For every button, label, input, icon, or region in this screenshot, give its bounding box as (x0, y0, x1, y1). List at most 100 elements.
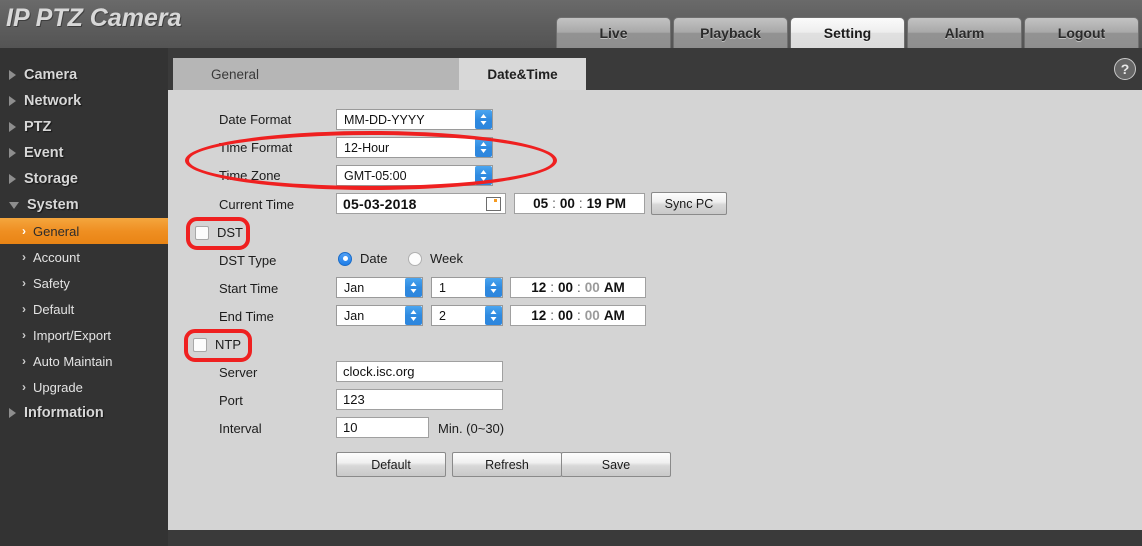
current-meridiem: PM (605, 196, 626, 211)
stepper-icon[interactable] (475, 138, 492, 157)
start-hour: 12 (531, 280, 547, 295)
sidebar-item-upgrade[interactable]: › Upgrade (0, 374, 168, 400)
nav-tab-live[interactable]: Live (556, 17, 671, 48)
sidebar-item-camera[interactable]: Camera (0, 62, 168, 88)
label-end-time: End Time (219, 309, 274, 324)
interval-hint: Min. (0~30) (438, 421, 505, 436)
date-time-settings-panel: Date Format MM-DD-YYYY Time Format 12-Ho… (168, 90, 1142, 530)
sidebar-item-network[interactable]: Network (0, 88, 168, 114)
end-meridiem: AM (603, 308, 625, 323)
sidebar-item-information[interactable]: Information (0, 400, 168, 426)
current-date-value: 05-03-2018 (343, 195, 417, 212)
label-ntp: NTP (215, 337, 241, 352)
time-format-value: 12-Hour (344, 140, 390, 155)
label-week-option: Week (430, 251, 463, 266)
stepper-icon[interactable] (475, 110, 492, 129)
label-interval: Interval (219, 421, 262, 436)
default-button[interactable]: Default (336, 452, 446, 477)
sidebar-item-account[interactable]: › Account (0, 244, 168, 270)
interval-input[interactable]: 10 (336, 417, 429, 438)
sidebar-item-auto-maintain[interactable]: › Auto Maintain (0, 348, 168, 374)
start-time-input[interactable]: 12 : 00 : 00 AM (510, 277, 646, 298)
sidebar-label: Information (24, 405, 104, 421)
save-button[interactable]: Save (561, 452, 671, 477)
sidebar-label: System (27, 197, 79, 213)
chevron-right-icon: › (22, 276, 26, 290)
tab-strip-filler (297, 58, 459, 90)
caret-right-icon (9, 70, 16, 80)
tab-date-time[interactable]: Date&Time (459, 58, 586, 90)
end-second: 00 (584, 308, 600, 323)
help-icon[interactable]: ? (1114, 58, 1136, 80)
port-input[interactable]: 123 (336, 389, 503, 410)
sidebar-label: Safety (33, 275, 70, 291)
sidebar-label: PTZ (24, 119, 52, 135)
end-month-select[interactable]: Jan (336, 305, 423, 326)
dst-type-week-option[interactable]: Week (408, 251, 463, 266)
current-time-input[interactable]: 05 : 00 : 19 PM (514, 193, 645, 214)
end-minute: 00 (557, 308, 574, 323)
stepper-icon[interactable] (485, 278, 502, 297)
label-time-format: Time Format (219, 140, 293, 155)
caret-right-icon (9, 174, 16, 184)
ntp-checkbox[interactable] (193, 337, 207, 352)
dst-type-date-option[interactable]: Date (338, 251, 387, 266)
server-input[interactable]: clock.isc.org (336, 361, 503, 382)
radio-week[interactable] (408, 251, 422, 266)
label-start-time: Start Time (219, 281, 279, 296)
chevron-right-icon: › (22, 302, 26, 316)
sidebar-item-ptz[interactable]: PTZ (0, 114, 168, 140)
caret-right-icon (9, 96, 16, 106)
ntp-checkbox-row[interactable]: NTP (193, 337, 241, 352)
start-meridiem: AM (603, 280, 625, 295)
label-port: Port (219, 393, 243, 408)
sidebar-item-storage[interactable]: Storage (0, 166, 168, 192)
nav-tab-playback[interactable]: Playback (673, 17, 788, 48)
top-navigation-tabs: Live Playback Setting Alarm Logout (556, 17, 1139, 48)
sidebar-item-general[interactable]: › General (0, 218, 168, 244)
dst-checkbox-row[interactable]: DST (195, 225, 243, 240)
sidebar-label: Camera (24, 67, 78, 83)
content-tab-strip: General Date&Time (168, 58, 1142, 90)
sidebar-item-default[interactable]: › Default (0, 296, 168, 322)
sidebar-label: Account (33, 249, 80, 265)
sidebar-item-safety[interactable]: › Safety (0, 270, 168, 296)
app-title: IP PTZ Camera (6, 4, 182, 32)
dst-checkbox[interactable] (195, 225, 209, 240)
caret-right-icon (9, 148, 16, 158)
time-zone-select[interactable]: GMT-05:00 (336, 165, 493, 186)
start-month-value: Jan (344, 280, 365, 295)
sync-pc-button[interactable]: Sync PC (651, 192, 727, 215)
sidebar-label: Import/Export (33, 327, 112, 343)
calendar-icon[interactable] (486, 197, 501, 211)
start-month-select[interactable]: Jan (336, 277, 423, 298)
start-day-select[interactable]: 1 (431, 277, 503, 298)
stepper-icon[interactable] (405, 278, 422, 297)
tab-general[interactable]: General (173, 58, 297, 90)
sidebar-label: Storage (24, 171, 78, 187)
nav-tab-logout[interactable]: Logout (1024, 17, 1139, 48)
end-day-select[interactable]: 2 (431, 305, 503, 326)
current-minute: 00 (559, 196, 575, 211)
date-format-select[interactable]: MM-DD-YYYY (336, 109, 493, 130)
current-date-input[interactable]: 05-03-2018 (336, 193, 506, 214)
radio-date[interactable] (338, 251, 352, 266)
end-time-input[interactable]: 12 : 00 : 00 AM (510, 305, 646, 326)
sidebar-item-import-export[interactable]: › Import/Export (0, 322, 168, 348)
sidebar-item-system[interactable]: System (0, 192, 168, 218)
label-current-time: Current Time (219, 197, 295, 212)
nav-tab-alarm[interactable]: Alarm (907, 17, 1022, 48)
sidebar-label: Default (33, 301, 75, 317)
stepper-icon[interactable] (405, 306, 422, 325)
stepper-icon[interactable] (485, 306, 502, 325)
chevron-right-icon: › (22, 380, 26, 394)
end-day-value: 2 (439, 308, 446, 323)
start-day-value: 1 (439, 280, 446, 295)
time-colon: : (578, 196, 583, 211)
chevron-right-icon: › (22, 250, 26, 264)
nav-tab-setting[interactable]: Setting (790, 17, 905, 48)
time-format-select[interactable]: 12-Hour (336, 137, 493, 158)
sidebar-item-event[interactable]: Event (0, 140, 168, 166)
stepper-icon[interactable] (475, 166, 492, 185)
refresh-button[interactable]: Refresh (452, 452, 562, 477)
